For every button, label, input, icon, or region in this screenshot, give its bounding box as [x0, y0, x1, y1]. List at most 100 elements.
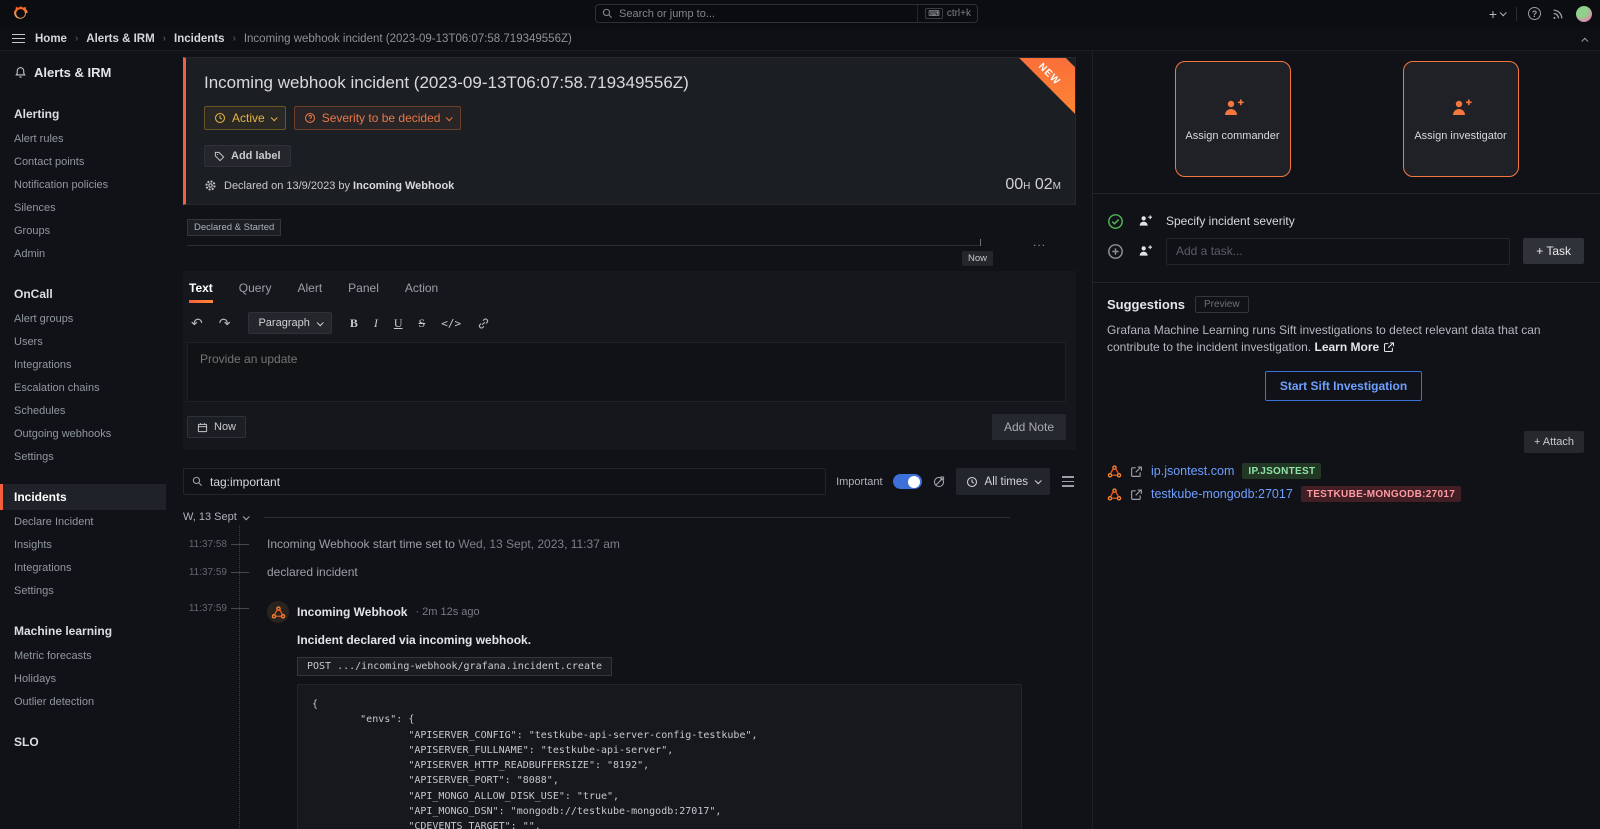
sidebar-item-alerting[interactable]: Alerting — [0, 101, 166, 127]
breadcrumb-current: Incoming webhook incident (2023-09-13T06… — [244, 33, 572, 45]
search-placeholder: Search or jump to... — [619, 8, 715, 20]
update-note-input[interactable] — [187, 342, 1066, 402]
add-task-input[interactable] — [1166, 238, 1510, 265]
topbar-actions: + ? — [1489, 0, 1592, 27]
timeline-search[interactable] — [183, 468, 826, 495]
chevron-down-icon — [270, 114, 277, 121]
sidebar-item-incident-integrations[interactable]: Integrations — [0, 556, 166, 579]
note-editor-panel: Text Query Alert Panel Action ↶ ↷ Paragr… — [183, 271, 1076, 450]
sidebar-item-oncall-settings[interactable]: Settings — [0, 445, 166, 468]
entry-title: Incident declared via incoming webhook. — [297, 633, 1022, 647]
task-row: Specify incident severity — [1107, 206, 1584, 236]
breadcrumb-alerts-irm[interactable]: Alerts & IRM — [86, 33, 154, 45]
assign-investigator-button[interactable]: Assign investigator — [1403, 61, 1519, 177]
add-note-button[interactable]: Add Note — [992, 414, 1066, 440]
timeline-date-divider[interactable]: W, 13 Sept — [183, 511, 1076, 523]
sidebar-item-integrations[interactable]: Integrations — [0, 353, 166, 376]
sidebar-item-alert-groups[interactable]: Alert groups — [0, 307, 166, 330]
status-badge[interactable]: Active — [204, 106, 286, 130]
strikethrough-button[interactable]: S — [415, 316, 430, 331]
timeline-entry-webhook: 11:37:59 Incoming Webhook · 2m 12s ago — [183, 601, 1076, 829]
tab-panel[interactable]: Panel — [348, 281, 379, 303]
collapse-chevron-icon[interactable] — [1583, 32, 1588, 46]
external-link-icon[interactable] — [1130, 465, 1143, 478]
tasks-section: Specify incident severity + Task — [1093, 193, 1600, 278]
sidebar-item-machine-learning[interactable]: Machine learning — [0, 618, 166, 644]
note-time-button[interactable]: Now — [187, 416, 246, 438]
sidebar-item-incident-settings[interactable]: Settings — [0, 579, 166, 602]
sift-filter-icon[interactable] — [932, 475, 946, 489]
global-search-input[interactable]: Search or jump to... ⌨ ctrl+k — [595, 4, 978, 23]
sidebar-item-alert-rules[interactable]: Alert rules — [0, 127, 166, 150]
sidebar-section-alerting: Alerting Alert rules Contact points Noti… — [0, 101, 166, 265]
chevron-down-icon — [1500, 9, 1507, 16]
news-rss-icon[interactable] — [1552, 7, 1565, 20]
time-range-select[interactable]: All times — [956, 468, 1050, 495]
sidebar-item-metric-forecasts[interactable]: Metric forecasts — [0, 644, 166, 667]
breadcrumb-home[interactable]: Home — [35, 33, 67, 45]
sidebar-item-declare-incident[interactable]: Declare Incident — [0, 510, 166, 533]
sidebar-item-schedules[interactable]: Schedules — [0, 399, 166, 422]
user-avatar[interactable] — [1576, 6, 1592, 22]
paragraph-style-select[interactable]: Paragraph — [248, 312, 331, 334]
sidebar-item-slo[interactable]: SLO — [0, 729, 166, 755]
task-label[interactable]: Specify incident severity — [1166, 214, 1295, 228]
attachment-link[interactable]: testkube-mongodb:27017 — [1151, 487, 1293, 501]
severity-badge[interactable]: Severity to be decided — [294, 106, 462, 130]
important-toggle[interactable] — [893, 474, 922, 489]
attach-button[interactable]: + Attach — [1524, 431, 1584, 453]
menu-toggle-icon[interactable] — [12, 34, 25, 44]
assign-commander-button[interactable]: Assign commander — [1175, 61, 1291, 177]
suggestions-title: Suggestions — [1107, 297, 1185, 312]
timeline-more-button[interactable]: ... — [1033, 235, 1046, 249]
add-label-button[interactable]: Add label — [204, 145, 291, 167]
underline-button[interactable]: U — [390, 316, 407, 331]
sidebar-item-admin[interactable]: Admin — [0, 242, 166, 265]
breadcrumb-incidents[interactable]: Incidents — [174, 33, 224, 45]
sidebar-section-incidents: Incidents Declare Incident Insights Inte… — [0, 484, 166, 602]
external-link-icon[interactable] — [1130, 488, 1143, 501]
webhook-icon — [1107, 487, 1122, 502]
sidebar-item-holidays[interactable]: Holidays — [0, 667, 166, 690]
check-circle-icon[interactable] — [1107, 213, 1124, 230]
breadcrumb: Home › Alerts & IRM › Incidents › Incomi… — [35, 33, 572, 45]
undo-icon[interactable]: ↶ — [187, 315, 207, 332]
sidebar-item-outgoing-webhooks[interactable]: Outgoing webhooks — [0, 422, 166, 445]
timeline-rail — [239, 525, 240, 829]
new-menu-button[interactable]: + — [1489, 6, 1505, 22]
list-view-icon[interactable] — [1060, 474, 1076, 488]
start-sift-investigation-button[interactable]: Start Sift Investigation — [1265, 371, 1422, 401]
tag-icon — [214, 151, 225, 162]
tab-action[interactable]: Action — [405, 281, 438, 303]
tab-text[interactable]: Text — [189, 281, 213, 303]
sidebar-item-groups[interactable]: Groups — [0, 219, 166, 242]
sidebar-item-users[interactable]: Users — [0, 330, 166, 353]
learn-more-link[interactable]: Learn More — [1314, 340, 1394, 354]
sidebar-section-slo: SLO — [0, 729, 166, 755]
attachment-link[interactable]: ip.jsontest.com — [1151, 464, 1234, 478]
help-icon[interactable]: ? — [1528, 7, 1541, 20]
sidebar-item-contact-points[interactable]: Contact points — [0, 150, 166, 173]
sidebar-item-escalation-chains[interactable]: Escalation chains — [0, 376, 166, 399]
sidebar-item-insights[interactable]: Insights — [0, 533, 166, 556]
bold-button[interactable]: B — [346, 316, 362, 331]
sidebar-item-outlier-detection[interactable]: Outlier detection — [0, 690, 166, 713]
plus-circle-icon[interactable] — [1107, 243, 1124, 260]
redo-icon[interactable]: ↷ — [215, 315, 235, 332]
sidebar-item-notification-policies[interactable]: Notification policies — [0, 173, 166, 196]
italic-button[interactable]: I — [370, 316, 382, 331]
sidebar-item-silences[interactable]: Silences — [0, 196, 166, 219]
person-plus-icon[interactable] — [1137, 213, 1153, 229]
link-icon[interactable] — [473, 317, 494, 330]
code-button[interactable]: </> — [437, 317, 465, 330]
incident-duration: 00H 02M — [1005, 176, 1061, 194]
tab-alert[interactable]: Alert — [297, 281, 322, 303]
grafana-logo-icon[interactable] — [10, 4, 30, 24]
person-plus-icon[interactable] — [1137, 243, 1153, 259]
sidebar-item-oncall[interactable]: OnCall — [0, 281, 166, 307]
add-task-button[interactable]: + Task — [1523, 238, 1584, 264]
attachment-row: ip.jsontest.com IP.JSONTEST — [1107, 463, 1584, 479]
tab-query[interactable]: Query — [239, 281, 272, 303]
sidebar-item-incidents-active[interactable]: Incidents — [0, 484, 166, 510]
timeline-search-input[interactable] — [210, 475, 817, 489]
